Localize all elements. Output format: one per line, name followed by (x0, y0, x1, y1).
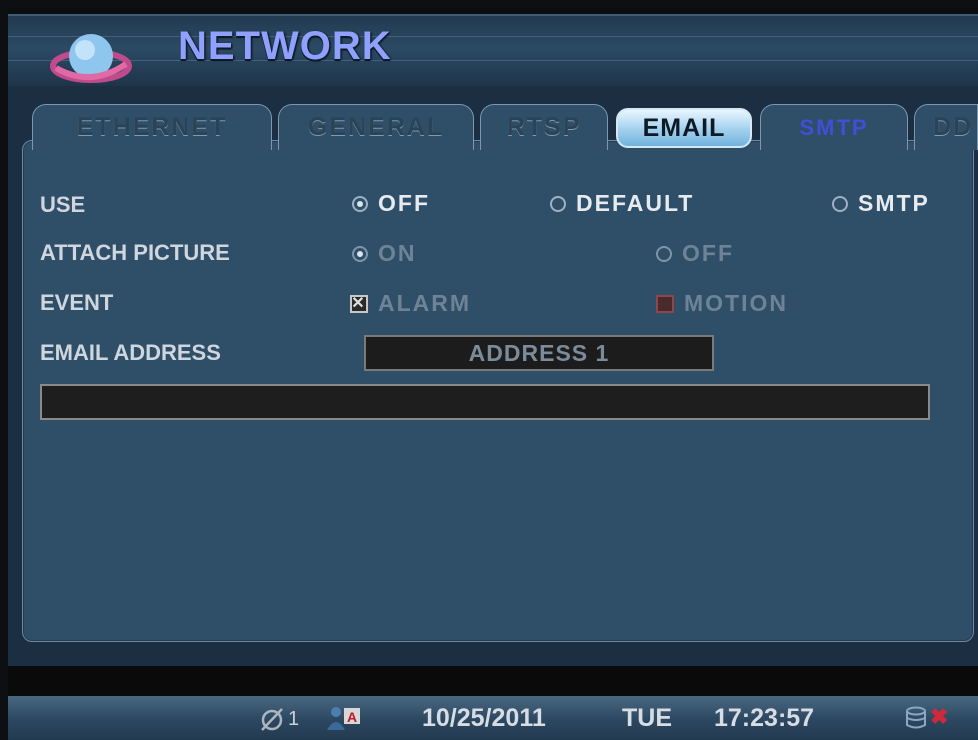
tab-rtsp[interactable]: RTSP (480, 104, 608, 150)
checkbox-unchecked-icon (656, 294, 674, 313)
use-default-option[interactable]: DEFAULT (550, 190, 694, 217)
use-label: USE (40, 192, 86, 217)
checkbox-checked-icon: ✕ (350, 294, 368, 313)
user-admin-icon: A (327, 707, 360, 730)
radio-selected-icon (352, 195, 368, 212)
globe-icon (50, 34, 132, 83)
tab-email[interactable]: EMAIL (616, 108, 752, 148)
event-motion-text: MOTION (684, 290, 788, 316)
event-label: EVENT (40, 290, 114, 315)
event-motion-checkbox[interactable]: MOTION (656, 290, 788, 317)
use-smtp-option[interactable]: SMTP (832, 190, 930, 217)
use-off-text: OFF (378, 190, 430, 216)
event-alarm-checkbox[interactable]: ✕ ALARM (350, 290, 471, 317)
svg-text:A: A (347, 709, 357, 725)
radio-selected-icon (352, 245, 368, 262)
attach-picture-label: ATTACH PICTURE (40, 240, 230, 265)
use-default-text: DEFAULT (576, 190, 695, 216)
radio-empty-icon (550, 195, 566, 212)
tab-dd[interactable]: DD (914, 104, 978, 150)
tab-general[interactable]: GENERAL (278, 104, 474, 150)
status-bar: 1 A 10/25/2011 TUE 17:23:57 ✖ (8, 696, 978, 740)
error-x-icon: ✖ (930, 704, 949, 729)
attach-on-option[interactable]: ON (352, 240, 417, 267)
tab-bar: ETHERNET GENERAL RTSP EMAIL SMTP DD (22, 104, 978, 150)
database-icon[interactable] (904, 706, 928, 730)
attach-off-text: OFF (682, 240, 734, 266)
email-address-label: EMAIL ADDRESS (40, 340, 221, 365)
address-select[interactable]: ADDRESS 1 (364, 335, 714, 371)
use-off-option[interactable]: OFF (352, 190, 430, 217)
email-address-input[interactable] (40, 384, 930, 420)
header-bar: NETWORK (8, 14, 978, 88)
divider-bar (8, 666, 978, 696)
radio-empty-icon (656, 245, 672, 262)
status-time: 17:23:57 (714, 704, 815, 732)
event-alarm-text: ALARM (378, 290, 472, 316)
attach-off-option[interactable]: OFF (656, 240, 734, 267)
page-title: NETWORK (178, 24, 392, 68)
radio-empty-icon (832, 195, 848, 212)
attach-on-text: ON (378, 240, 417, 266)
camera-count: 1 (288, 708, 300, 730)
status-day: TUE (622, 704, 672, 732)
status-date: 10/25/2011 (422, 704, 546, 732)
tab-smtp[interactable]: SMTP (760, 104, 908, 150)
use-smtp-text: SMTP (858, 190, 930, 216)
no-camera-icon (261, 708, 283, 731)
tab-ethernet[interactable]: ETHERNET (32, 104, 272, 150)
